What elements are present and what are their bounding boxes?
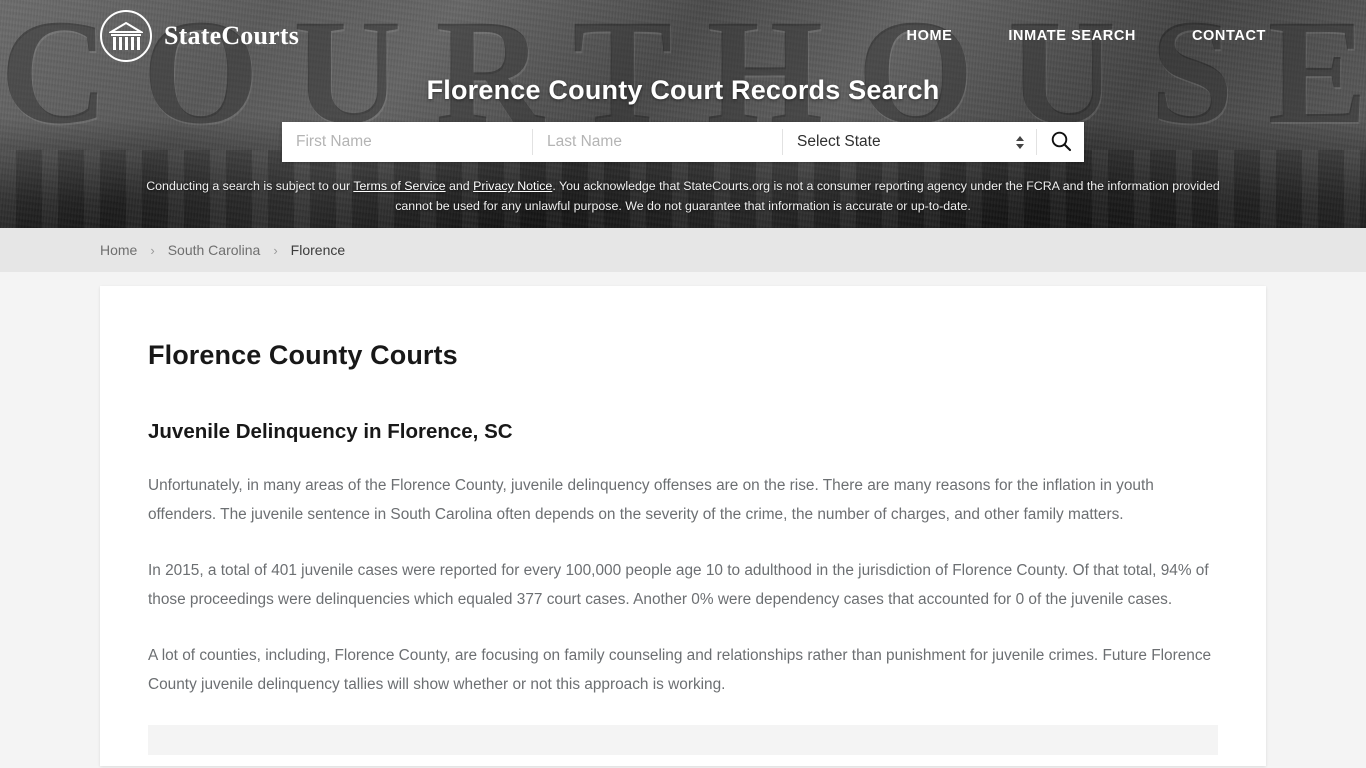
- content-placeholder-block: [148, 725, 1218, 755]
- hero-title: Florence County Court Records Search: [426, 75, 940, 105]
- first-name-input[interactable]: [282, 122, 532, 162]
- nav-inmate-search[interactable]: INMATE SEARCH: [1008, 28, 1136, 44]
- search-disclaimer: Conducting a search is subject to our Te…: [128, 176, 1238, 217]
- breadcrumb: Home › South Carolina › Florence: [0, 228, 1366, 272]
- breadcrumb-item-home[interactable]: Home: [100, 242, 137, 258]
- content-card: Florence County Courts Juvenile Delinque…: [100, 286, 1266, 766]
- main-navigation: HOME INMATE SEARCH CONTACT: [907, 28, 1266, 44]
- search-icon: [1050, 130, 1072, 155]
- disclaimer-text-1: Conducting a search is subject to our: [146, 179, 354, 193]
- page-body: Florence County Courts Juvenile Delinque…: [0, 272, 1366, 766]
- page-title: Florence County Courts: [148, 340, 458, 370]
- body-paragraph: In 2015, a total of 401 juvenile cases w…: [148, 562, 1209, 608]
- nav-home[interactable]: HOME: [907, 28, 953, 44]
- state-select[interactable]: Select State: [783, 122, 1036, 162]
- state-select-value: Select State: [797, 133, 881, 150]
- top-bar: StateCourts HOME INMATE SEARCH CONTACT: [0, 0, 1366, 72]
- privacy-notice-link[interactable]: Privacy Notice: [473, 179, 552, 193]
- breadcrumb-separator-icon: ›: [150, 242, 155, 258]
- nav-contact[interactable]: CONTACT: [1192, 28, 1266, 44]
- terms-of-service-link[interactable]: Terms of Service: [353, 179, 445, 193]
- hero-header: COURTHOUSE StateCourts HOME INMATE SEARC…: [0, 0, 1366, 228]
- breadcrumb-item-south-carolina[interactable]: South Carolina: [168, 242, 261, 258]
- breadcrumb-item-florence: Florence: [290, 242, 346, 258]
- chevron-updown-icon: [1016, 135, 1024, 149]
- body-paragraph: Unfortunately, in many areas of the Flor…: [148, 477, 1154, 523]
- court-records-search-form: Select State: [282, 122, 1084, 162]
- breadcrumb-separator-icon: ›: [273, 242, 278, 258]
- brand-name: StateCourts: [164, 21, 300, 50]
- last-name-input[interactable]: [533, 122, 782, 162]
- section-title: Juvenile Delinquency in Florence, SC: [148, 420, 513, 443]
- courthouse-circle-icon: [100, 10, 152, 62]
- search-submit-button[interactable]: [1037, 122, 1084, 162]
- brand-logo-link[interactable]: StateCourts: [100, 10, 299, 62]
- disclaimer-text-2: and: [445, 179, 474, 193]
- body-paragraph: A lot of counties, including, Florence C…: [148, 647, 1212, 693]
